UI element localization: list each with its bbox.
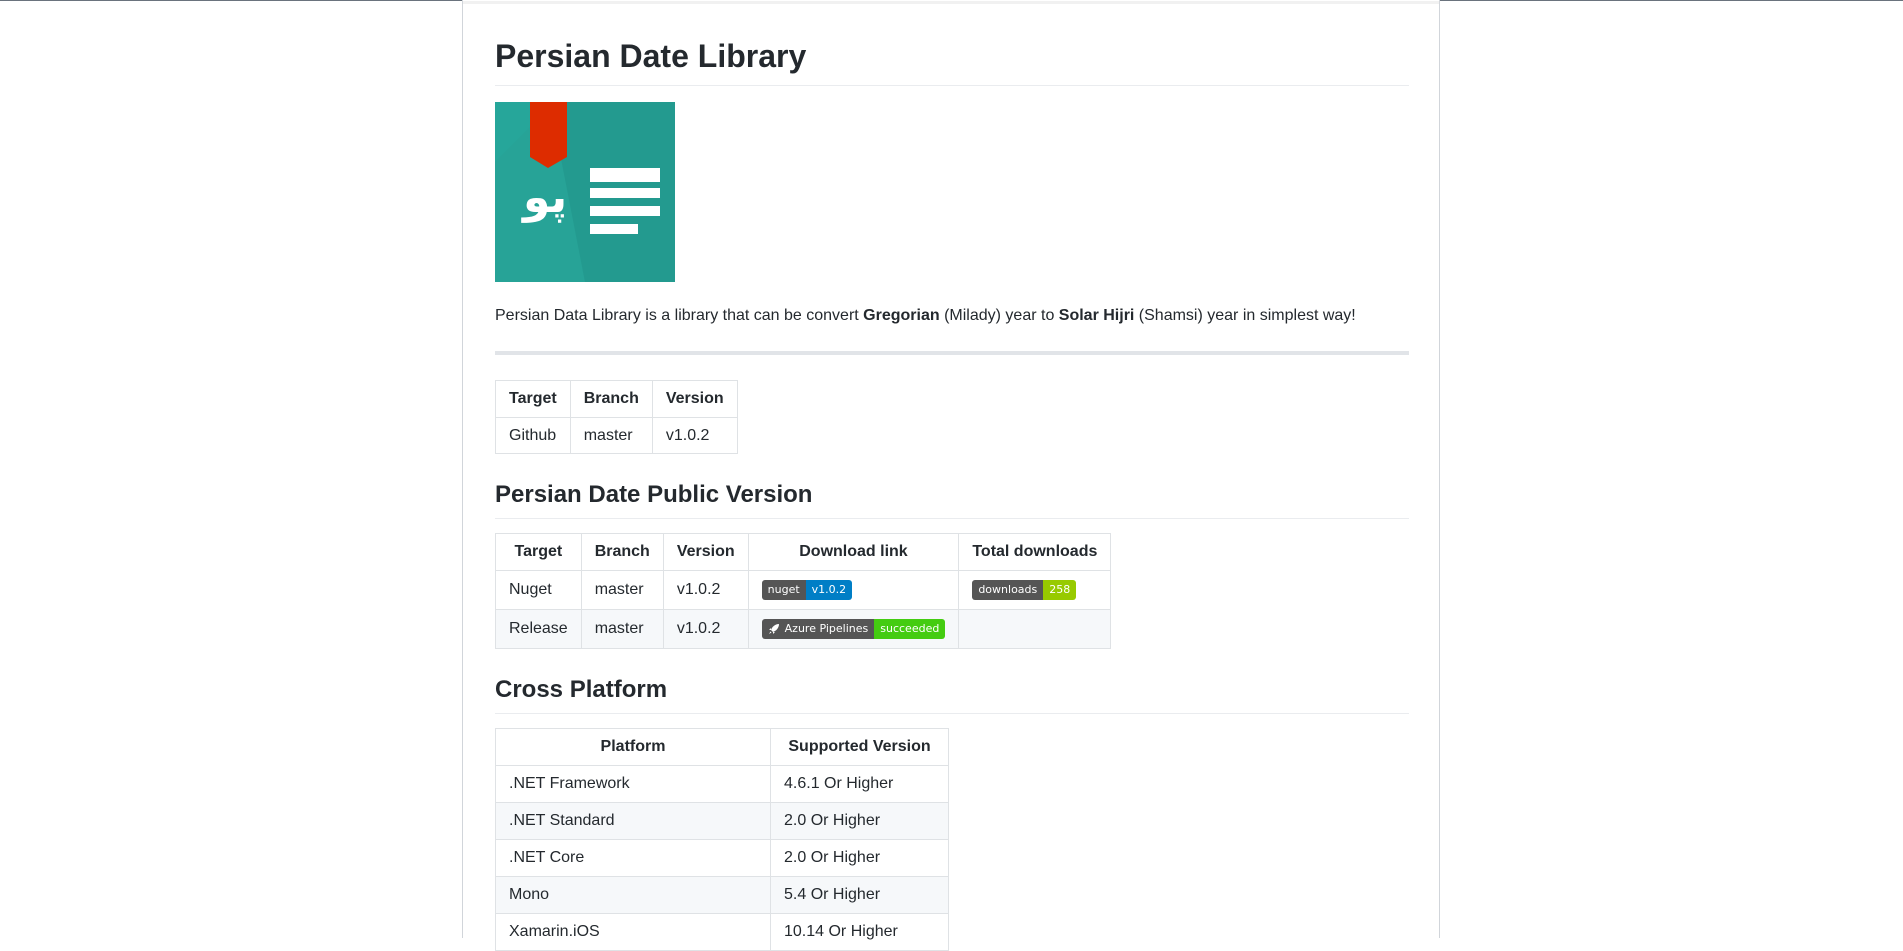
- table-cell: 2.0 Or Higher: [770, 839, 949, 877]
- table-header: Version: [651, 380, 738, 418]
- table-cell: .NET Framework: [495, 765, 771, 803]
- logo-glyph: پو: [521, 172, 567, 223]
- table-cell: .NET Standard: [495, 802, 771, 840]
- table-cell: nuget v1.0.2: [747, 570, 960, 610]
- azure-pipelines-badge-link[interactable]: Azure Pipelines succeeded: [761, 619, 946, 639]
- downloads-badge-label: downloads: [972, 580, 1044, 600]
- intro-gregorian: Gregorian: [863, 307, 940, 324]
- library-logo: پو: [495, 102, 675, 282]
- public-version-table: Target Branch Version Download link Tota…: [495, 533, 1112, 649]
- table-header: Supported Version: [770, 728, 949, 766]
- nuget-badge-version: v1.0.2: [805, 580, 853, 600]
- horizontal-rule: [495, 351, 1409, 355]
- nuget-badge-label: nuget: [761, 580, 806, 600]
- table-cell: Azure Pipelines succeeded: [747, 609, 960, 649]
- table-cell: Github: [495, 417, 571, 454]
- table-cell: master: [569, 417, 653, 454]
- table-cell: 5.4 Or Higher: [770, 876, 949, 914]
- downloads-badge-count: 258: [1043, 580, 1077, 600]
- table-cell: master: [580, 570, 664, 610]
- table-header: Branch: [569, 380, 653, 418]
- table-cell: Xamarin.iOS: [495, 913, 771, 951]
- intro-text-2: (Milady) year to: [939, 307, 1059, 324]
- table-cell: 2.0 Or Higher: [770, 802, 949, 840]
- table-cell: Nuget: [495, 570, 582, 610]
- table-cell: 4.6.1 Or Higher: [770, 765, 949, 803]
- intro-solar-hijri: Solar Hijri: [1058, 307, 1135, 324]
- rocket-icon: [768, 624, 779, 634]
- readme-page: Persian Date Library پو Persian Data Lib…: [462, 0, 1440, 951]
- table-cell: v1.0.2: [651, 417, 738, 454]
- table-header: Download link: [747, 533, 960, 571]
- azure-pipelines-badge-label: Azure Pipelines: [761, 619, 875, 639]
- table-header: Total downloads: [958, 533, 1112, 571]
- section-heading-cross-platform: Cross Platform: [495, 675, 1409, 714]
- table-header: Branch: [580, 533, 664, 571]
- nuget-badge-link[interactable]: nuget v1.0.2: [761, 580, 853, 600]
- table-cell: [958, 609, 1112, 649]
- intro-text-3: (Shamsi) year in simplest way!: [1134, 307, 1356, 324]
- page-top-shadow: [463, 1, 1439, 4]
- table-cell: master: [580, 609, 664, 649]
- cross-platform-table: Platform Supported Version .NET Framewor…: [495, 728, 949, 951]
- page-title: Persian Date Library: [495, 36, 1409, 86]
- table-header: Platform: [495, 728, 771, 766]
- table-cell: 10.14 Or Higher: [770, 913, 949, 951]
- table-cell: Release: [495, 609, 582, 649]
- table-cell: Mono: [495, 876, 771, 914]
- intro-paragraph: Persian Data Library is a library that c…: [495, 304, 1356, 328]
- section-heading-public-version: Persian Date Public Version: [495, 480, 1409, 519]
- table-header: Version: [662, 533, 749, 571]
- table-cell: v1.0.2: [662, 570, 749, 610]
- table-cell: v1.0.2: [662, 609, 749, 649]
- table-header: Target: [495, 533, 582, 571]
- table-cell: .NET Core: [495, 839, 771, 877]
- azure-pipelines-text: Azure Pipelines: [784, 622, 869, 635]
- downloads-badge-link[interactable]: downloads 258: [972, 580, 1077, 600]
- table-header: Target: [495, 380, 571, 418]
- table-cell: downloads 258: [958, 570, 1112, 610]
- intro-text-1: Persian Data Library is a library that c…: [495, 307, 864, 324]
- azure-pipelines-status: succeeded: [874, 619, 946, 639]
- github-branch-table: Target Branch Version Github master v1.0…: [495, 380, 738, 454]
